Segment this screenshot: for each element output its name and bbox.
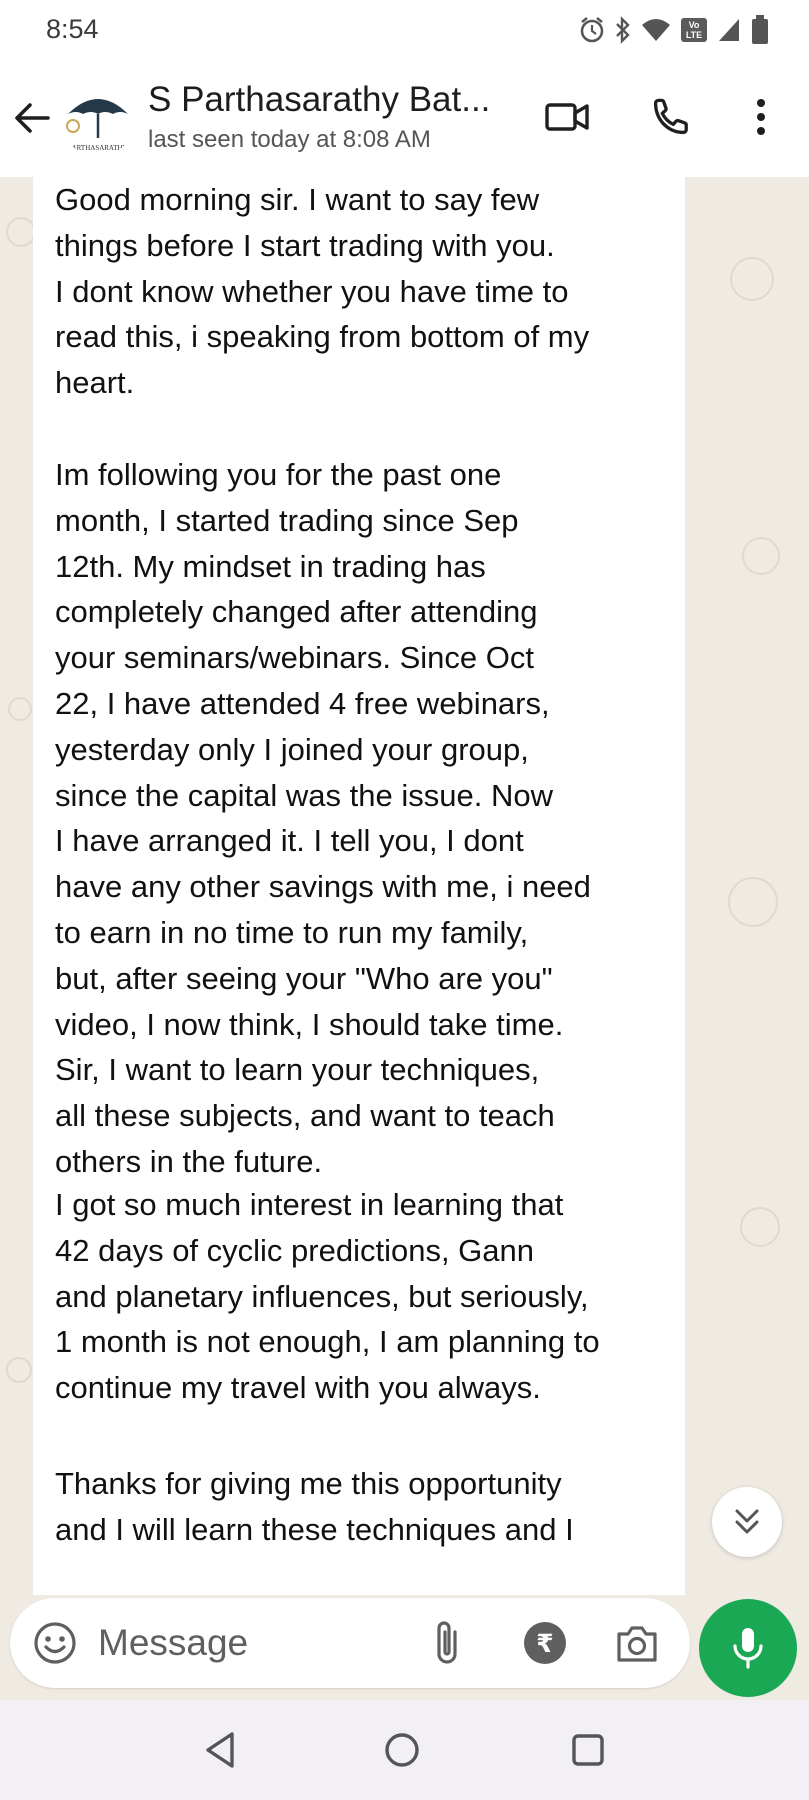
message-paragraph: Good morning sir. I want to say few thin… bbox=[55, 182, 590, 401]
chat-area[interactable]: Good morning sir. I want to say few thin… bbox=[0, 177, 809, 1595]
video-call-icon bbox=[545, 103, 589, 131]
more-options-button[interactable] bbox=[736, 92, 786, 142]
battery-icon bbox=[751, 15, 769, 45]
contact-name[interactable]: S Parthasarathy Bat... bbox=[148, 80, 490, 120]
camera-icon bbox=[617, 1626, 657, 1662]
message-input[interactable] bbox=[98, 1616, 398, 1670]
wallpaper-doodle bbox=[740, 1207, 780, 1247]
nav-back-button[interactable] bbox=[196, 1726, 244, 1774]
emoji-icon bbox=[34, 1622, 76, 1664]
nav-home-icon bbox=[385, 1733, 419, 1767]
wallpaper-doodle bbox=[8, 697, 32, 721]
phone-call-icon bbox=[653, 98, 688, 135]
nav-recents-button[interactable] bbox=[564, 1726, 612, 1774]
double-chevron-down-icon bbox=[735, 1509, 759, 1534]
message-composer: ₹ bbox=[10, 1598, 690, 1688]
emoji-button[interactable] bbox=[32, 1620, 78, 1666]
message-paragraph: Thanks for giving me this opportunity an… bbox=[55, 1466, 574, 1547]
status-bar: 8:54 Vo LTE bbox=[0, 0, 809, 62]
chat-header: PARTHASARATHY S Parthasarathy Bat... las… bbox=[0, 62, 809, 177]
alarm-icon bbox=[579, 16, 605, 44]
avatar-caption: PARTHASARATHY bbox=[68, 144, 127, 152]
back-button[interactable] bbox=[10, 96, 54, 140]
attach-button[interactable] bbox=[426, 1618, 472, 1668]
volte-icon: Vo LTE bbox=[681, 18, 707, 42]
status-icons: Vo LTE bbox=[579, 12, 769, 48]
video-call-button[interactable] bbox=[542, 92, 592, 142]
voice-call-button[interactable] bbox=[646, 92, 696, 142]
message-paragraph: I got so much interest in learning that … bbox=[55, 1187, 600, 1406]
svg-text:₹: ₹ bbox=[536, 1629, 553, 1658]
system-nav-bar bbox=[0, 1700, 809, 1800]
scroll-to-bottom-button[interactable] bbox=[712, 1487, 782, 1557]
umbrella-logo-icon: PARTHASARATHY bbox=[66, 99, 128, 152]
message-input-bar: ₹ bbox=[0, 1595, 809, 1700]
paperclip-icon bbox=[437, 1621, 457, 1664]
status-time: 8:54 bbox=[46, 14, 99, 44]
voice-message-button[interactable] bbox=[699, 1599, 797, 1697]
back-arrow-icon bbox=[15, 103, 50, 133]
contact-avatar[interactable]: PARTHASARATHY bbox=[60, 80, 136, 156]
nav-back-icon bbox=[206, 1732, 234, 1768]
nav-home-button[interactable] bbox=[378, 1726, 426, 1774]
more-vert-icon bbox=[757, 99, 765, 135]
last-seen-status: last seen today at 8:08 AM bbox=[148, 126, 431, 153]
wallpaper-doodle bbox=[728, 877, 778, 927]
wallpaper-doodle bbox=[6, 217, 36, 247]
wallpaper-doodle bbox=[742, 537, 780, 575]
wifi-icon bbox=[641, 17, 671, 43]
camera-button[interactable] bbox=[614, 1620, 660, 1666]
message-paragraph: Im following you for the past one month,… bbox=[55, 457, 591, 1179]
wallpaper-doodle bbox=[730, 257, 774, 301]
rupee-icon: ₹ bbox=[524, 1622, 566, 1664]
mic-icon bbox=[733, 1628, 763, 1669]
bluetooth-icon bbox=[615, 16, 631, 44]
payment-button[interactable]: ₹ bbox=[522, 1620, 568, 1666]
signal-icon bbox=[717, 17, 741, 43]
nav-recents-icon bbox=[572, 1734, 604, 1766]
wallpaper-doodle bbox=[6, 1357, 32, 1383]
